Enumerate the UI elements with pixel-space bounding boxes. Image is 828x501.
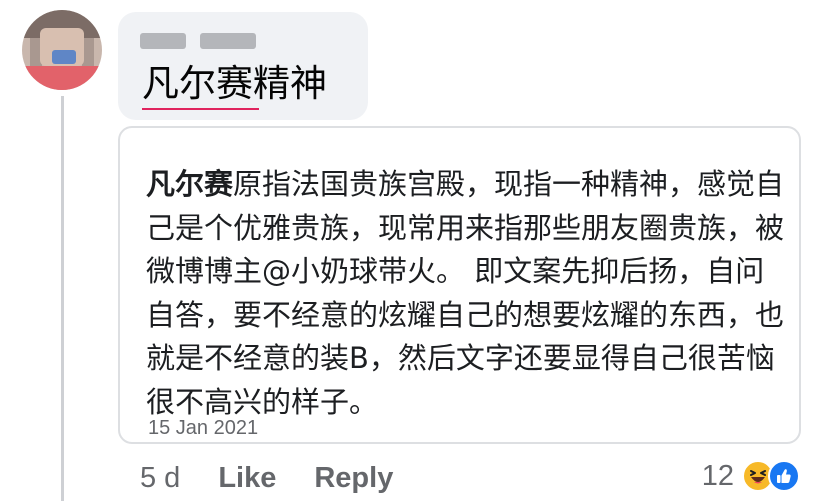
like-reaction-icon xyxy=(768,460,800,492)
reply-button[interactable]: Reply xyxy=(314,462,393,495)
redaction-block xyxy=(200,33,256,49)
text-underline xyxy=(142,108,259,110)
reply-thread-line xyxy=(61,96,64,501)
reaction-summary[interactable]: 12 xyxy=(702,456,800,496)
redaction-block xyxy=(140,33,186,49)
reaction-icons xyxy=(742,460,800,492)
definition-term: 凡尔赛 xyxy=(146,167,234,201)
quoted-definition-card: 凡尔赛原指法国贵族宫殿，现指一种精神，感觉自己是个优雅贵族，现常用来指那些朋友圈… xyxy=(118,126,801,444)
comment-actions: 5 d Like Reply xyxy=(140,458,393,498)
author-name-redacted[interactable] xyxy=(140,33,256,49)
definition-text: 凡尔赛原指法国贵族宫殿，现指一种精神，感觉自己是个优雅贵族，现常用来指那些朋友圈… xyxy=(146,163,786,424)
comment-bubble: 凡尔赛精神 xyxy=(118,12,368,120)
definition-date: 15 Jan 2021 xyxy=(148,417,259,439)
avatar-blur-block xyxy=(22,66,102,90)
like-button[interactable]: Like xyxy=(218,462,276,495)
avatar-blur-block xyxy=(52,50,76,64)
avatar[interactable] xyxy=(22,10,102,90)
reaction-count: 12 xyxy=(701,459,734,492)
comment-timestamp[interactable]: 5 d xyxy=(140,462,180,495)
comment-text: 凡尔赛精神 xyxy=(142,62,327,105)
definition-body: 原指法国贵族宫殿，现指一种精神，感觉自己是个优雅贵族，现常用来指那些朋友圈贵族，… xyxy=(146,167,785,419)
